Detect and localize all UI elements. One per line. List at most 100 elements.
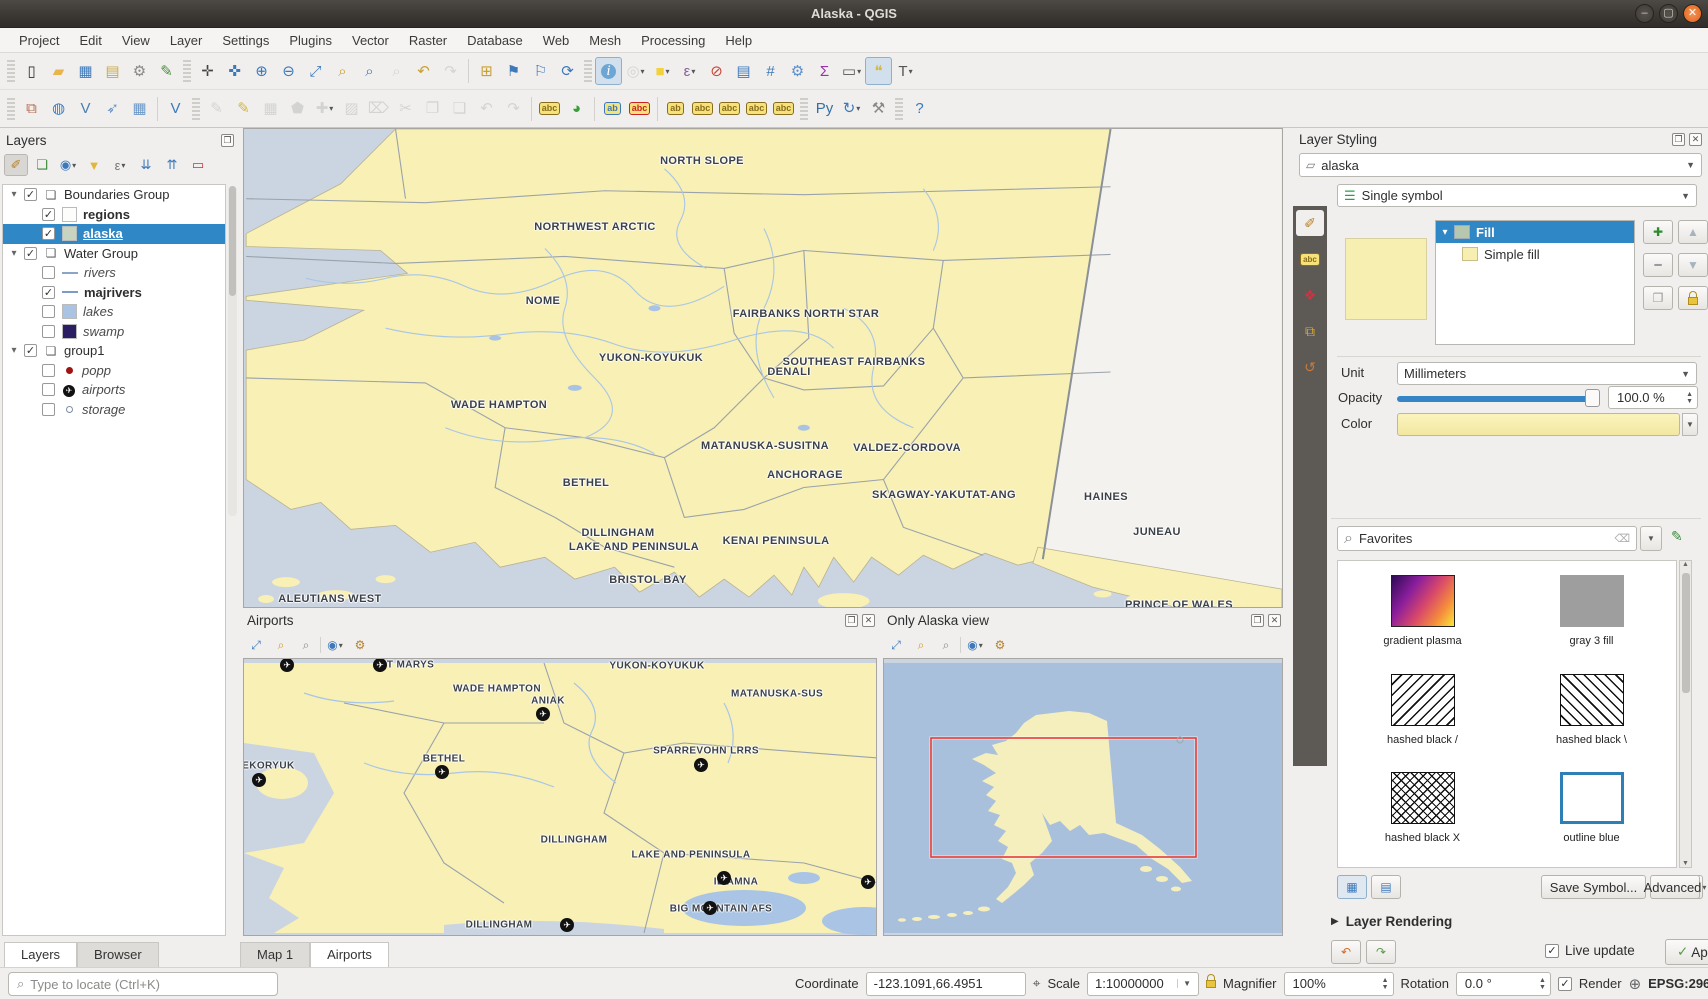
zoom-full-button[interactable]: ⤢ (885, 635, 907, 655)
minimize-button[interactable]: – (1635, 4, 1654, 23)
visibility-checkbox[interactable]: ✓ (24, 188, 37, 201)
visibility-checkbox[interactable] (42, 325, 55, 338)
view-visibility-button[interactable]: ◉▾ (964, 635, 986, 655)
vertex-tool-button[interactable]: ✚▾ (311, 95, 338, 123)
render-checkbox[interactable]: ✓ (1558, 977, 1572, 991)
layer-item-majrivers[interactable]: ✓majrivers (3, 283, 225, 303)
duplicate-symbol-layer-button[interactable]: ❐ (1643, 286, 1673, 310)
symbols-filter-dropdown[interactable]: ▼ (1640, 526, 1662, 551)
menu-web[interactable]: Web (534, 30, 579, 51)
zoom-to-layer-button[interactable]: ⌕ (270, 635, 292, 655)
map-view-tab-map-1[interactable]: Map 1 (240, 942, 310, 967)
new-spatialite-layer-button[interactable]: ➶ (99, 95, 126, 123)
refresh-button[interactable]: ⟳ (554, 57, 581, 85)
symbol-tree-simple-fill-row[interactable]: Simple fill (1436, 243, 1634, 265)
change-label-button[interactable]: abc (770, 95, 797, 123)
map-canvas[interactable]: NORTH SLOPENORTHWEST ARCTICNOMEYUKON-KOY… (243, 128, 1283, 608)
modify-attributes-button[interactable]: ▨ (338, 95, 365, 123)
toggle-editing-button[interactable]: ✎ (230, 95, 257, 123)
extents-icon[interactable]: ⌖ (1033, 975, 1041, 992)
symbol-outline-blue[interactable]: outline blue (1533, 772, 1651, 845)
zoom-to-selection-button[interactable]: ⌕ (329, 57, 356, 85)
layer-item-popp[interactable]: popp (3, 361, 225, 381)
select-features-button[interactable]: ■▾ (649, 57, 676, 85)
visibility-checkbox[interactable] (42, 364, 55, 377)
symbol-tree-fill-row[interactable]: ▾ Fill (1436, 221, 1634, 243)
close-panel-icon[interactable]: ✕ (1689, 133, 1702, 146)
color-dropdown-button[interactable]: ▼ (1682, 413, 1698, 436)
view-visibility-button[interactable]: ◉▾ (324, 635, 346, 655)
toolbar-handle[interactable] (192, 98, 200, 120)
zoom-to-selection-button[interactable]: ⌕ (295, 635, 317, 655)
view-settings-button[interactable]: ⚙ (989, 635, 1011, 655)
menu-project[interactable]: Project (10, 30, 68, 51)
visibility-checkbox[interactable] (42, 266, 55, 279)
layer-item-lakes[interactable]: lakes (3, 302, 225, 322)
move-down-button[interactable]: ▼ (1678, 253, 1708, 277)
visibility-checkbox[interactable] (42, 305, 55, 318)
advanced-button[interactable]: Advanced▾ (1650, 875, 1700, 899)
menu-edit[interactable]: Edit (70, 30, 110, 51)
new-spatial-bookmark-button[interactable]: ⚑ (500, 57, 527, 85)
nail-tool-button[interactable]: ⚒ (865, 95, 892, 123)
run-feature-action-button[interactable]: ◎▾ (622, 57, 649, 85)
field-calculator-button[interactable]: # (757, 57, 784, 85)
menu-plugins[interactable]: Plugins (280, 30, 341, 51)
help-button[interactable]: ? (906, 95, 933, 123)
statistical-summary-button[interactable]: Σ (811, 57, 838, 85)
renderer-combo[interactable]: ☰ Single symbol ▼ (1337, 184, 1697, 207)
add-symbol-layer-button[interactable]: ✚ (1643, 220, 1673, 244)
maximize-button[interactable]: ▢ (1659, 4, 1678, 23)
live-update-checkbox[interactable]: ✓ (1545, 944, 1559, 958)
zoom-native-button[interactable]: ⌕ (383, 57, 410, 85)
close-button[interactable]: ✕ (1683, 4, 1702, 23)
close-panel-icon[interactable]: ✕ (1268, 614, 1281, 627)
layer-item-storage[interactable]: storage (3, 400, 225, 420)
rotate-label-button[interactable]: abc (743, 95, 770, 123)
move-up-button[interactable]: ▲ (1678, 220, 1708, 244)
expand-all-button[interactable]: ⇊ (134, 154, 158, 176)
opacity-spinbox[interactable]: 100.0 % ▲▼ (1608, 386, 1698, 409)
map-view-tab-airports[interactable]: Airports (310, 942, 389, 967)
menu-layer[interactable]: Layer (161, 30, 212, 51)
style-redo-button[interactable]: ↷ (1366, 940, 1396, 964)
clear-search-icon[interactable]: ⌫ (1614, 532, 1630, 545)
history-tab[interactable]: ↺ (1296, 354, 1324, 380)
color-button[interactable] (1397, 413, 1680, 436)
expander-icon[interactable]: ▾ (7, 248, 21, 259)
zoom-next-button[interactable]: ↷ (437, 57, 464, 85)
float-panel-icon[interactable]: ❐ (1672, 133, 1685, 146)
filter-legend-button[interactable]: ▼ (82, 154, 106, 176)
dock-tab-layers[interactable]: Layers (4, 942, 77, 967)
layer-item-group1[interactable]: ▾✓❏group1 (3, 341, 225, 361)
visibility-checkbox[interactable]: ✓ (42, 286, 55, 299)
scale-combo[interactable]: 1:10000000▼ (1087, 972, 1199, 996)
visibility-checkbox[interactable]: ✓ (42, 208, 55, 221)
visibility-checkbox[interactable] (42, 383, 55, 396)
move-label-button[interactable]: abc (716, 95, 743, 123)
crs-status[interactable]: EPSG:2964 (1648, 976, 1708, 991)
zoom-full-button[interactable]: ⤢ (302, 57, 329, 85)
zoom-out-button[interactable]: ⊖ (275, 57, 302, 85)
layers-scrollbar[interactable] (228, 186, 237, 516)
styling-layer-combo[interactable]: ▱ alaska ▼ (1299, 153, 1702, 177)
view-settings-button[interactable]: ⚙ (349, 635, 371, 655)
show-hide-labels-button[interactable]: abc (689, 95, 716, 123)
new-shapefile-layer-button[interactable]: V (72, 95, 99, 123)
zoom-to-selection-button[interactable]: ⌕ (935, 635, 957, 655)
expander-icon[interactable]: ▾ (7, 345, 21, 356)
style-manager-button[interactable]: ✎ (153, 57, 180, 85)
layer-item-regions[interactable]: ✓regions (3, 205, 225, 225)
menu-settings[interactable]: Settings (213, 30, 278, 51)
alaska-overview-canvas[interactable] (883, 658, 1283, 936)
menu-raster[interactable]: Raster (400, 30, 456, 51)
text-annotation-button[interactable]: T▾ (892, 57, 919, 85)
diagrams-tab[interactable]: ⧉ (1296, 318, 1324, 344)
rotation-spinbox[interactable]: 0.0 °▲▼ (1456, 972, 1551, 996)
add-group-button[interactable]: ❏ (30, 154, 54, 176)
opacity-slider-track[interactable] (1397, 396, 1592, 402)
airports-map-canvas[interactable]: ST MARYSYUKON-KOYUKUKWADE HAMPTONANIAKMA… (243, 658, 877, 936)
close-panel-icon[interactable]: ✕ (862, 614, 875, 627)
current-edits-button[interactable]: ✎ (203, 95, 230, 123)
pan-to-selection-button[interactable]: ✜ (221, 57, 248, 85)
